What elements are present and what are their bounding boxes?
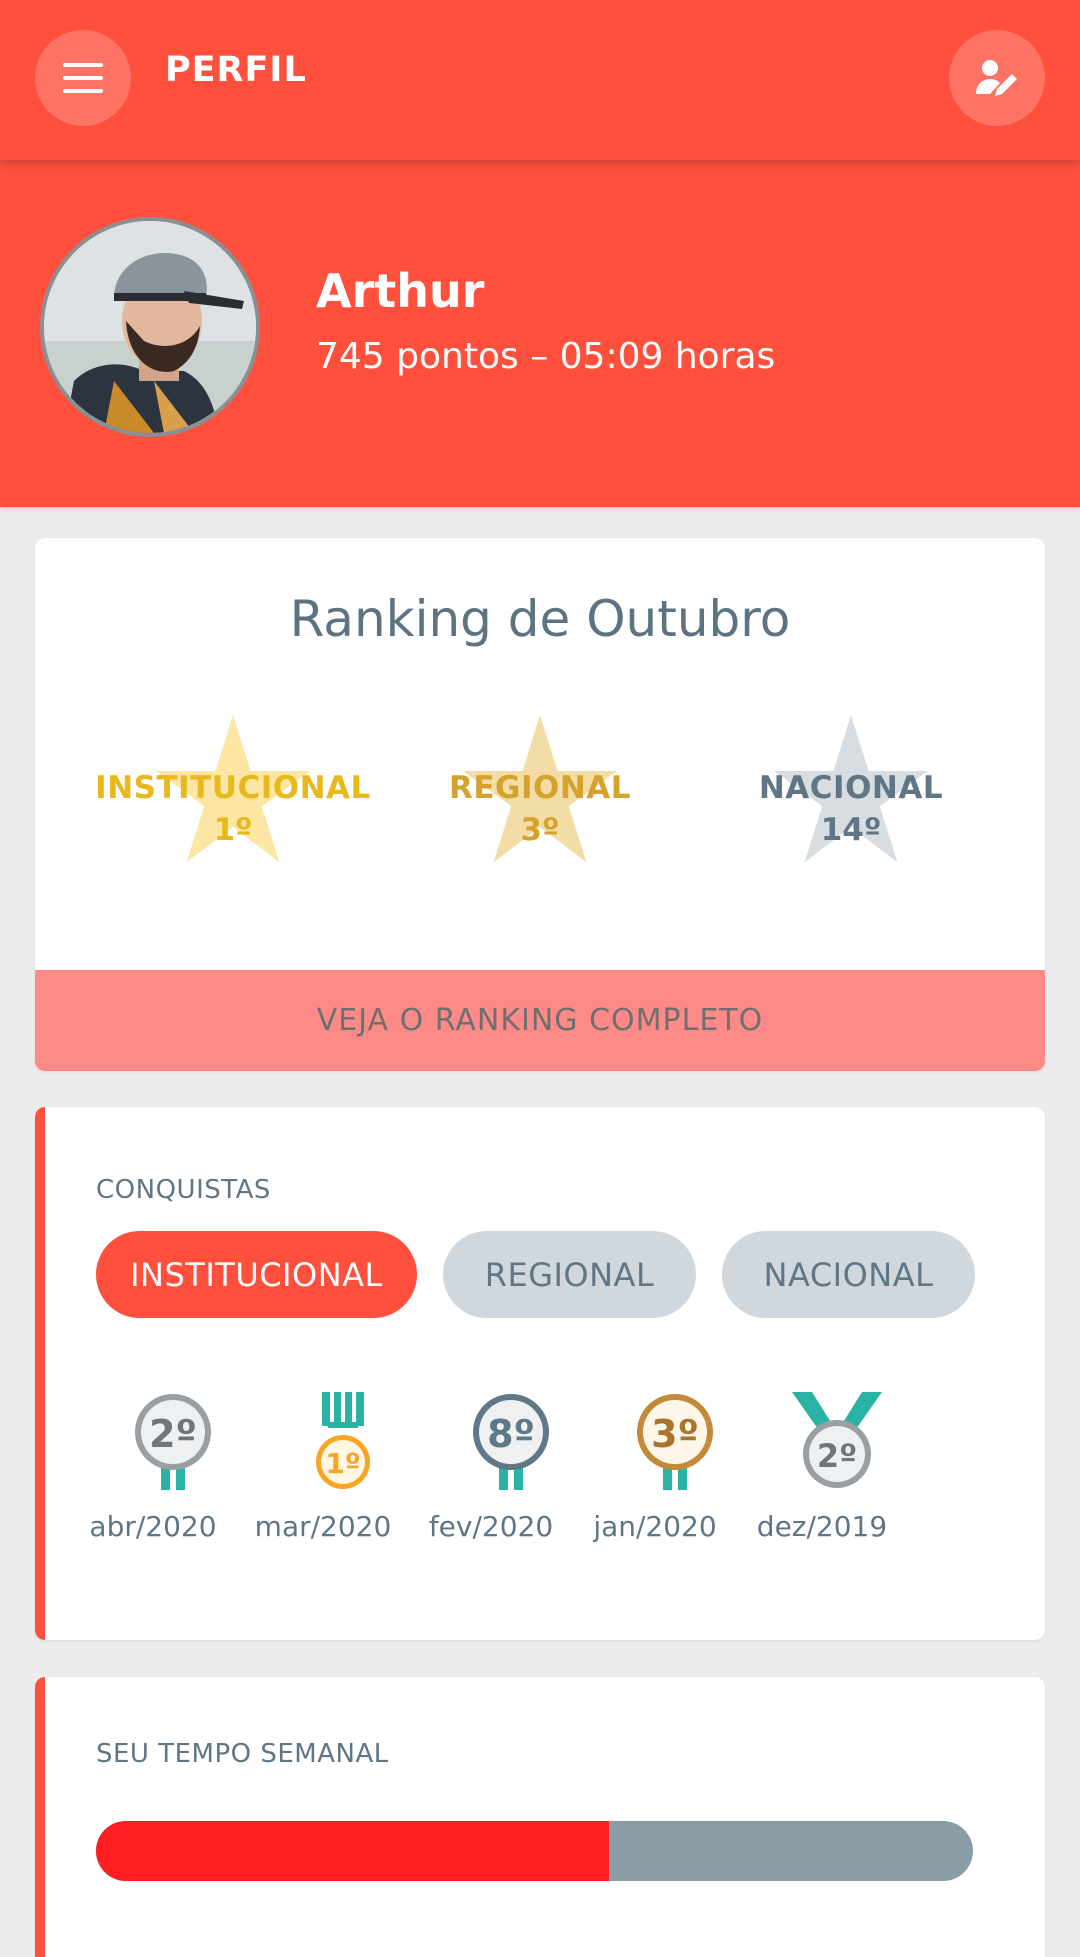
star-position: 3º	[520, 812, 560, 848]
star-position: 14º	[820, 812, 882, 848]
silver-medal-icon: 2º	[792, 1392, 882, 1488]
medal-date: dez/2019	[756, 1510, 888, 1543]
edit-profile-button[interactable]	[949, 30, 1045, 126]
star-label: INSTITUCIONAL	[95, 770, 371, 806]
medal-date: mar/2020	[254, 1510, 392, 1543]
silver-medal-icon: 2º	[135, 1394, 211, 1490]
app-bar: PERFIL	[0, 0, 1080, 160]
ranking-card: Ranking de Outubro INSTITUCIONAL 1º REGI…	[35, 538, 1045, 1071]
svg-text:2º: 2º	[817, 1437, 857, 1475]
card-accent	[35, 1107, 45, 1640]
svg-text:3º: 3º	[651, 1412, 699, 1456]
edit-profile-icon	[976, 60, 1017, 96]
progress-fill	[96, 1821, 610, 1881]
full-ranking-button[interactable]: VEJA O RANKING COMPLETO	[35, 970, 1045, 1071]
bronze-medal-icon: 3º	[637, 1394, 713, 1490]
tab-institucional[interactable]: INSTITUCIONAL	[96, 1231, 417, 1318]
ranking-title: Ranking de Outubro	[289, 590, 791, 648]
avatar-image	[44, 221, 256, 433]
achievements-card: CONQUISTAS INSTITUCIONAL REGIONAL NACION…	[35, 1107, 1045, 1640]
tab-regional[interactable]: REGIONAL	[443, 1231, 696, 1318]
medal-date: jan/2020	[593, 1510, 717, 1543]
weekly-time-card: SEU TEMPO SEMANAL	[35, 1677, 1045, 1957]
gold-medal-icon: 1º	[316, 1392, 370, 1489]
weekly-time-progress	[96, 1821, 973, 1881]
card-accent	[35, 1677, 45, 1957]
user-name: Arthur	[316, 264, 485, 318]
svg-text:1º: 1º	[325, 1447, 360, 1480]
profile-header: Arthur 745 pontos – 05:09 horas	[0, 160, 1080, 507]
star-regional[interactable]: REGIONAL 3º	[380, 715, 700, 885]
page-title: PERFIL	[165, 50, 307, 90]
tab-nacional[interactable]: NACIONAL	[722, 1231, 975, 1318]
user-stats: 745 pontos – 05:09 horas	[316, 336, 776, 377]
star-label: NACIONAL	[758, 770, 944, 806]
avatar[interactable]	[40, 217, 260, 437]
menu-icon	[63, 63, 103, 93]
star-institucional[interactable]: INSTITUCIONAL 1º	[73, 715, 393, 885]
star-nacional[interactable]: NACIONAL 14º	[691, 715, 1011, 885]
achievements-title: CONQUISTAS	[96, 1175, 271, 1205]
star-label: REGIONAL	[448, 770, 632, 806]
medal-date: abr/2020	[89, 1510, 217, 1543]
svg-text:2º: 2º	[149, 1412, 197, 1456]
medal-date: fev/2020	[428, 1510, 554, 1543]
star-position: 1º	[213, 812, 253, 848]
weekly-time-title: SEU TEMPO SEMANAL	[96, 1739, 389, 1769]
menu-button[interactable]	[35, 30, 131, 126]
steel-medal-icon: 8º	[473, 1394, 549, 1490]
svg-text:8º: 8º	[487, 1412, 535, 1456]
